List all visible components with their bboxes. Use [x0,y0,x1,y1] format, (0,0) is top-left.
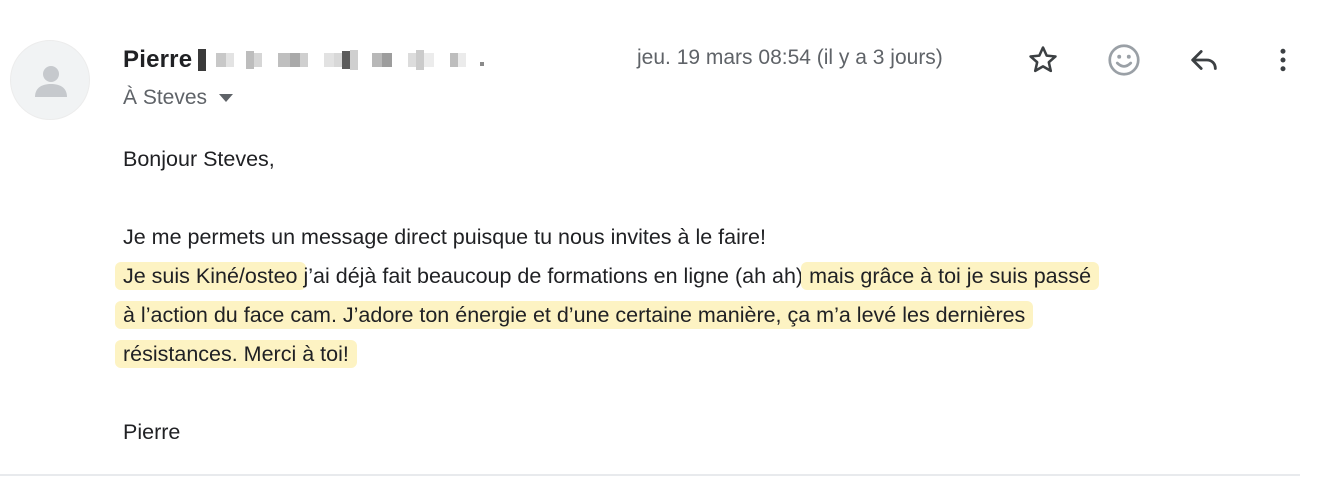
message-body: Bonjour Steves, Je me permets un message… [115,140,1313,452]
sender-name[interactable]: Pierre [123,46,192,74]
reply-icon [1191,50,1217,70]
message-date: jeu. 19 mars 08:54 (il y a 3 jours) [637,46,943,69]
sender-line: Pierre [123,44,485,76]
more-vert-icon [1280,48,1286,72]
body-line: Je me permets un message direct puisque … [123,225,766,249]
default-person-icon [35,66,67,97]
highlighted-text: résistances. Merci à toi! [115,340,357,368]
reply-button[interactable] [1182,38,1226,82]
recipient-label: À Steves [123,86,208,109]
body-line: Je suis Kiné/osteo j’ai déjà fait beauco… [115,257,1313,296]
signature: Pierre [123,420,181,444]
body-text-segment: j’ai déjà fait beaucoup de formations en… [297,264,810,288]
redacted-email-address [198,48,485,72]
highlighted-text: Je suis Kiné/osteo [115,262,306,290]
chevron-down-icon [219,94,234,102]
highlighted-text: mais grâce à toi je suis passé [801,262,1100,290]
emoji-icon [1108,44,1140,76]
body-line: à l’action du face cam. J’adore ton éner… [115,296,1313,335]
avatar[interactable] [10,40,90,120]
greeting: Bonjour Steves, [123,147,275,171]
recipient-details-toggle[interactable]: À Steves [123,86,234,110]
add-reaction-button[interactable] [1102,38,1146,82]
star-button[interactable] [1021,38,1065,82]
star-icon [1029,46,1057,73]
body-line: résistances. Merci à toi! [115,335,1313,374]
divider [0,474,1300,476]
more-options-button[interactable] [1261,38,1305,82]
highlighted-text: à l’action du face cam. J’adore ton éner… [115,301,1034,329]
